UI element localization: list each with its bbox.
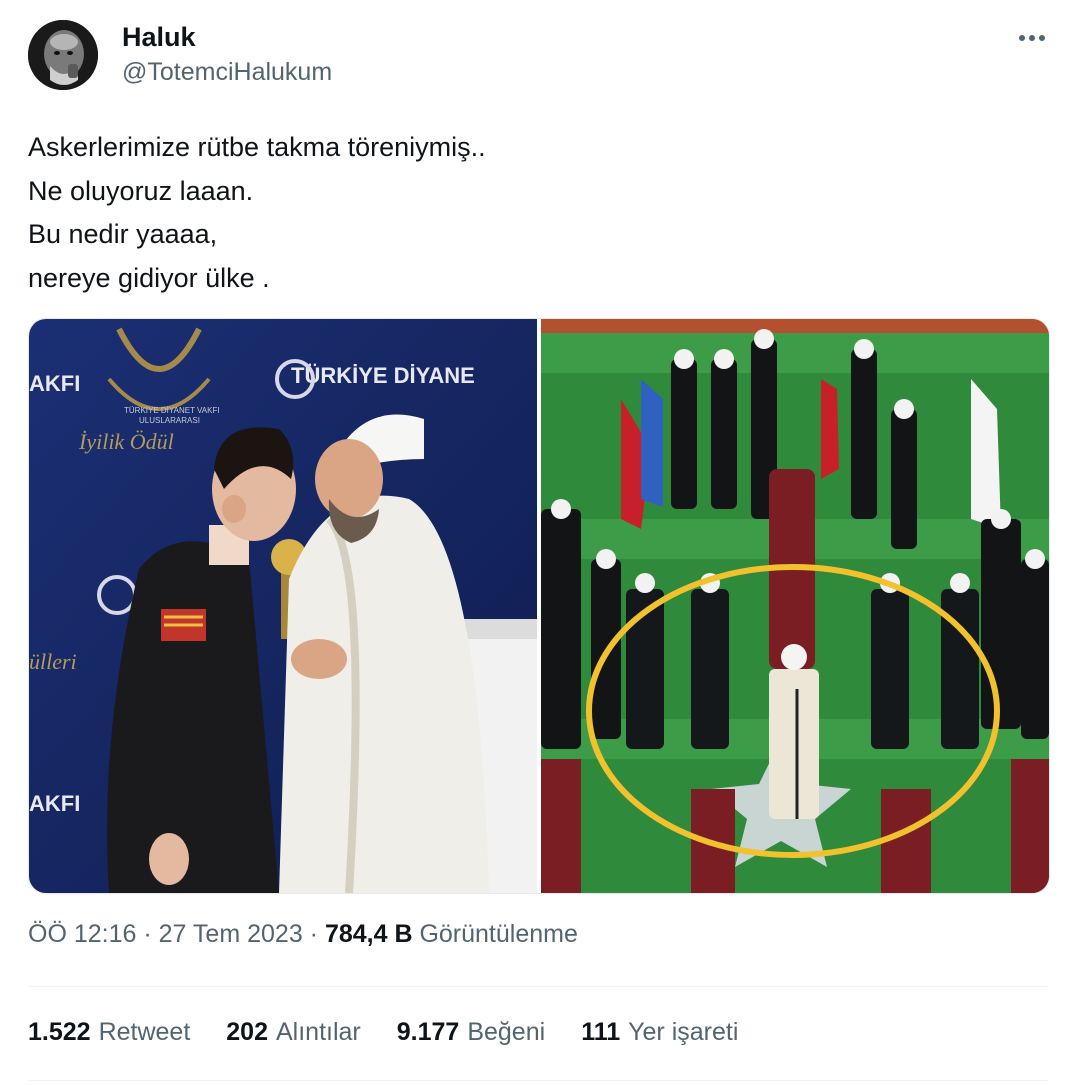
divider	[28, 986, 1048, 987]
stat-label: Yer işareti	[628, 1018, 739, 1046]
stat-count: 202	[226, 1018, 268, 1046]
avatar-image	[28, 20, 98, 90]
tweet-line: Ne oluyoruz laaan.	[28, 175, 254, 206]
tweet-line: Bu nedir yaaaa,	[28, 219, 218, 249]
author-name[interactable]: Haluk	[122, 22, 196, 53]
backdrop-text: TÜRKİYE DİYANE	[291, 363, 475, 388]
more-options-button[interactable]	[1010, 16, 1054, 60]
tweet-line: nereye gidiyor ülke .	[28, 262, 270, 293]
stat-bookmarks[interactable]: 111 Yer işareti	[581, 1018, 738, 1047]
stat-likes[interactable]: 9.177 Beğeni	[397, 1018, 545, 1047]
tweet-line: Askerlerimize rütbe takma töreniymiş..	[28, 132, 486, 162]
backdrop-text: AKFI	[29, 371, 80, 396]
more-options-icon	[1019, 35, 1045, 41]
avatar[interactable]	[28, 20, 98, 90]
stat-label: Beğeni	[467, 1018, 546, 1046]
backdrop-text: AKFI	[29, 791, 80, 816]
stat-retweets[interactable]: 1.522 Retweet	[28, 1018, 190, 1047]
divider	[28, 1080, 1048, 1081]
stat-count: 9.177	[396, 1018, 460, 1046]
engagement-stats: 1.522 Retweet 202 Alıntılar 9.177 Beğeni…	[28, 1018, 738, 1047]
backdrop-text: TÜRKİYE DİYANET VAKFI	[124, 406, 220, 415]
meta-separator: ·	[302, 920, 325, 948]
backdrop-text: ülleri	[29, 649, 77, 674]
stat-count: 1.522	[28, 1018, 91, 1046]
tweet-date[interactable]: 27 Tem 2023	[159, 920, 303, 948]
photo-ceremony-stage[interactable]: AKFI TÜRKİYE DİYANE İyilik Ödül AKFI TÜR…	[29, 319, 537, 893]
backdrop-text: ULUSLARARASI	[139, 416, 200, 425]
author-handle[interactable]: @TotemciHalukum	[122, 58, 332, 87]
views-count[interactable]: 784,4 B	[325, 920, 413, 948]
stat-label: Alıntılar	[276, 1018, 361, 1046]
stat-count: 111	[581, 1018, 621, 1046]
meta-separator: ·	[136, 920, 159, 948]
views-label[interactable]: Görüntülenme	[419, 920, 577, 948]
media-grid: AKFI TÜRKİYE DİYANE İyilik Ödül AKFI TÜR…	[28, 318, 1050, 894]
stat-label: Retweet	[98, 1018, 191, 1046]
tweet-text: Askerlerimize rütbe takma töreniymiş.. N…	[28, 126, 486, 300]
stat-quotes[interactable]: 202 Alıntılar	[226, 1018, 360, 1047]
backdrop-text: İyilik Ödül	[78, 429, 174, 454]
tweet-meta: ÖÖ 12:16 · 27 Tem 2023 · 784,4 B Görüntü…	[28, 920, 578, 949]
photo-stadium-ceremony[interactable]	[541, 319, 1049, 893]
tweet-time[interactable]: ÖÖ 12:16	[28, 920, 136, 948]
